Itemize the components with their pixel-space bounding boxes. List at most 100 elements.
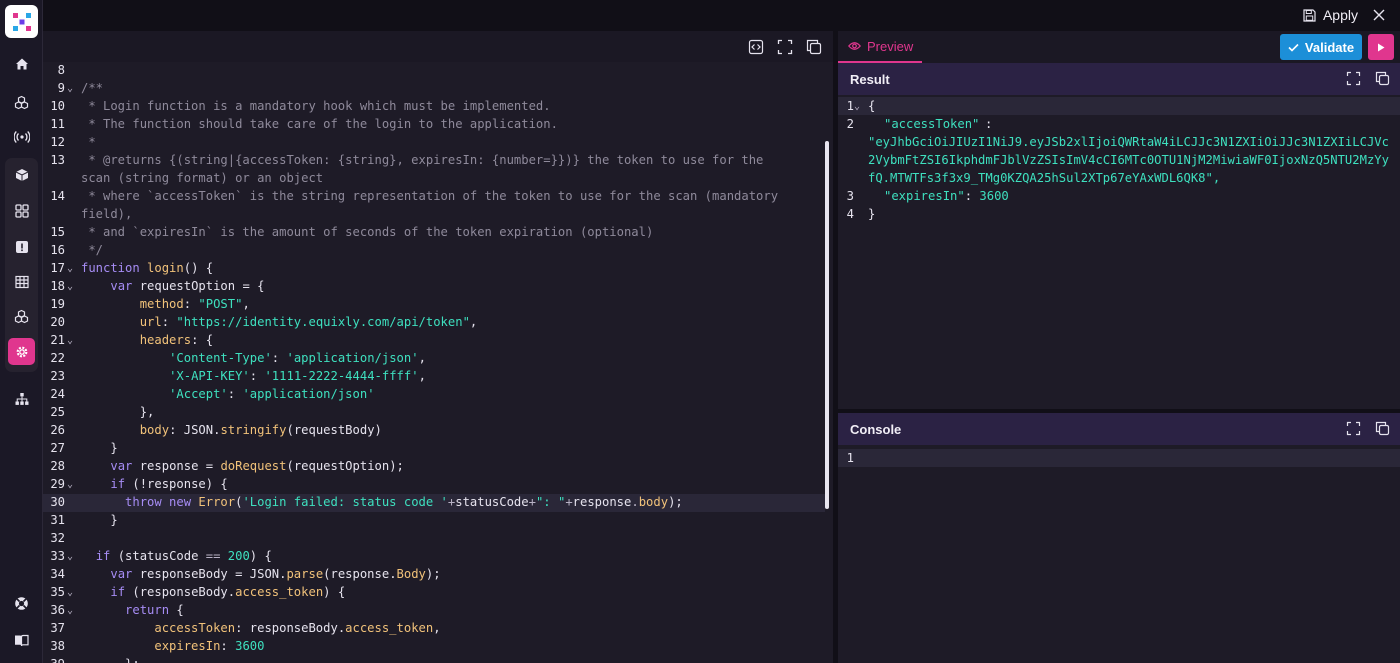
- code-line[interactable]: 37 accessToken: responseBody.access_toke…: [43, 620, 825, 638]
- code-line[interactable]: 14 * where `accessToken` is the string r…: [43, 188, 825, 206]
- line-number: 32: [50, 531, 65, 545]
- code-line[interactable]: 16 */: [43, 242, 825, 260]
- fold-chevron-icon[interactable]: ⌄: [67, 587, 77, 598]
- code-line[interactable]: 27 }: [43, 440, 825, 458]
- settings-button[interactable]: [8, 338, 35, 365]
- fold-chevron-icon[interactable]: ⌄: [854, 101, 860, 112]
- sitemap-icon: [15, 392, 28, 405]
- code-line[interactable]: 39 };: [43, 656, 825, 663]
- top-bar: Apply: [43, 0, 1400, 31]
- line-number: 13: [50, 153, 65, 167]
- code-text: if (!response) {: [110, 477, 228, 491]
- projects-button[interactable]: [8, 89, 35, 116]
- code-line[interactable]: 38 expiresIn: 3600: [43, 638, 825, 656]
- apply-button[interactable]: Apply: [1303, 4, 1358, 26]
- code-text: field),: [81, 207, 133, 221]
- result-copy-icon[interactable]: [1375, 71, 1390, 86]
- fold-chevron-icon[interactable]: ⌄: [67, 263, 77, 274]
- check-icon: [1288, 43, 1299, 52]
- fold-chevron-icon[interactable]: ⌄: [67, 281, 77, 292]
- editor-scrollbar[interactable]: [825, 141, 829, 509]
- line-number: 12: [50, 135, 65, 149]
- code-line[interactable]: 34 var responseBody = JSON.parse(respons…: [43, 566, 825, 584]
- code-line[interactable]: 20 url: "https://identity.equixly.com/ap…: [43, 314, 825, 332]
- code-line[interactable]: 29 ⌄ if (!response) {: [43, 476, 825, 494]
- code-line[interactable]: 35 ⌄ if (responseBody.access_token) {: [43, 584, 825, 602]
- issues-button[interactable]: [8, 233, 35, 260]
- line-number: 38: [50, 639, 65, 653]
- fold-chevron-icon[interactable]: ⌄: [67, 83, 77, 94]
- apply-label: Apply: [1322, 7, 1358, 23]
- code-line[interactable]: scan (string format) or an object: [43, 170, 825, 188]
- api-button[interactable]: [8, 161, 35, 188]
- code-line[interactable]: 21 ⌄ headers: {: [43, 332, 825, 350]
- validate-button[interactable]: Validate: [1280, 34, 1362, 60]
- line-number: 18: [50, 279, 65, 293]
- code-line[interactable]: 17 ⌄ function login() {: [43, 260, 825, 278]
- code-line[interactable]: 26 body: JSON.stringify(requestBody): [43, 422, 825, 440]
- code-text: * @returns {(string|{accessToken: {strin…: [81, 153, 764, 167]
- table-button[interactable]: [8, 268, 35, 295]
- line-number: 14: [50, 189, 65, 203]
- copy-icon[interactable]: [806, 39, 822, 55]
- code-line[interactable]: 12 *: [43, 134, 825, 152]
- code-line[interactable]: field),: [43, 206, 825, 224]
- code-line[interactable]: 10 * Login function is a mandatory hook …: [43, 98, 825, 116]
- code-line[interactable]: 8: [43, 62, 825, 80]
- cubes-icon: [14, 95, 29, 110]
- code-line[interactable]: 32: [43, 530, 825, 548]
- fold-chevron-icon[interactable]: ⌄: [67, 551, 77, 562]
- code-line[interactable]: 23 'X-API-KEY': '1111-2222-4444-ffff',: [43, 368, 825, 386]
- code-line[interactable]: 19 method: "POST",: [43, 296, 825, 314]
- code-text: },: [81, 405, 155, 419]
- fullscreen-icon[interactable]: [777, 39, 793, 55]
- console-copy-icon[interactable]: [1375, 421, 1390, 436]
- console-fullscreen-icon[interactable]: [1346, 421, 1361, 436]
- code-editor[interactable]: 8 9 ⌄/** 10 * Login function is a mandatory…: [43, 31, 833, 663]
- home-button[interactable]: [8, 50, 35, 77]
- book-icon: [15, 634, 29, 647]
- console-line[interactable]: 1: [838, 449, 1400, 467]
- table-icon: [14, 275, 29, 288]
- code-line[interactable]: 11 * The function should take care of th…: [43, 116, 825, 134]
- left-nav-rail: [0, 0, 43, 663]
- code-text: if (statusCode == 200) {: [95, 549, 272, 563]
- code-line[interactable]: 31 }: [43, 512, 825, 530]
- help-button[interactable]: [8, 590, 35, 617]
- close-icon[interactable]: [1370, 6, 1388, 24]
- components-button[interactable]: [8, 303, 35, 330]
- result-fullscreen-icon[interactable]: [1346, 71, 1361, 86]
- fold-chevron-icon[interactable]: ⌄: [67, 335, 77, 346]
- grid-icon: [14, 203, 29, 218]
- dashboard-button[interactable]: [8, 197, 35, 224]
- code-line[interactable]: 15 * and `expiresIn` is the amount of se…: [43, 224, 825, 242]
- code-line[interactable]: 22 'Content-Type': 'application/json',: [43, 350, 825, 368]
- code-text: *: [81, 135, 96, 149]
- fold-chevron-icon[interactable]: ⌄: [67, 479, 77, 490]
- code-line[interactable]: 36 ⌄ return {: [43, 602, 825, 620]
- code-line[interactable]: 9 ⌄ /**: [43, 80, 825, 98]
- code-line[interactable]: 28 var response = doRequest(requestOptio…: [43, 458, 825, 476]
- code-text: expiresIn: 3600: [154, 639, 265, 653]
- code-line[interactable]: 30 throw new Error('Login failed: status…: [43, 494, 825, 512]
- code-text: var requestOption = {: [110, 279, 265, 293]
- code-text: };: [81, 657, 140, 663]
- code-line[interactable]: 24 'Accept': 'application/json': [43, 386, 825, 404]
- line-number: 23: [50, 369, 65, 383]
- logo-icon: [12, 12, 31, 31]
- app-logo[interactable]: [5, 5, 38, 38]
- hierarchy-button[interactable]: [8, 385, 35, 412]
- tab-preview[interactable]: Preview: [838, 31, 922, 63]
- access-token-value: "eyJhbGciOiJIUzI1NiJ9.eyJSb2xlIjoiQWRtaW…: [868, 135, 1389, 185]
- code-line[interactable]: 18 ⌄ var requestOption = {: [43, 278, 825, 296]
- code-view-icon[interactable]: [748, 39, 764, 55]
- docs-button[interactable]: [8, 627, 35, 654]
- broadcast-button[interactable]: [8, 123, 35, 150]
- line-number: 30: [50, 495, 65, 509]
- fold-chevron-icon[interactable]: ⌄: [67, 605, 77, 616]
- code-line[interactable]: 25 },: [43, 404, 825, 422]
- result-title: Result: [850, 71, 890, 87]
- run-button[interactable]: [1368, 34, 1394, 60]
- code-line[interactable]: 33 ⌄ if (statusCode == 200) {: [43, 548, 825, 566]
- code-line[interactable]: 13 * @returns {(string|{accessToken: {st…: [43, 152, 825, 170]
